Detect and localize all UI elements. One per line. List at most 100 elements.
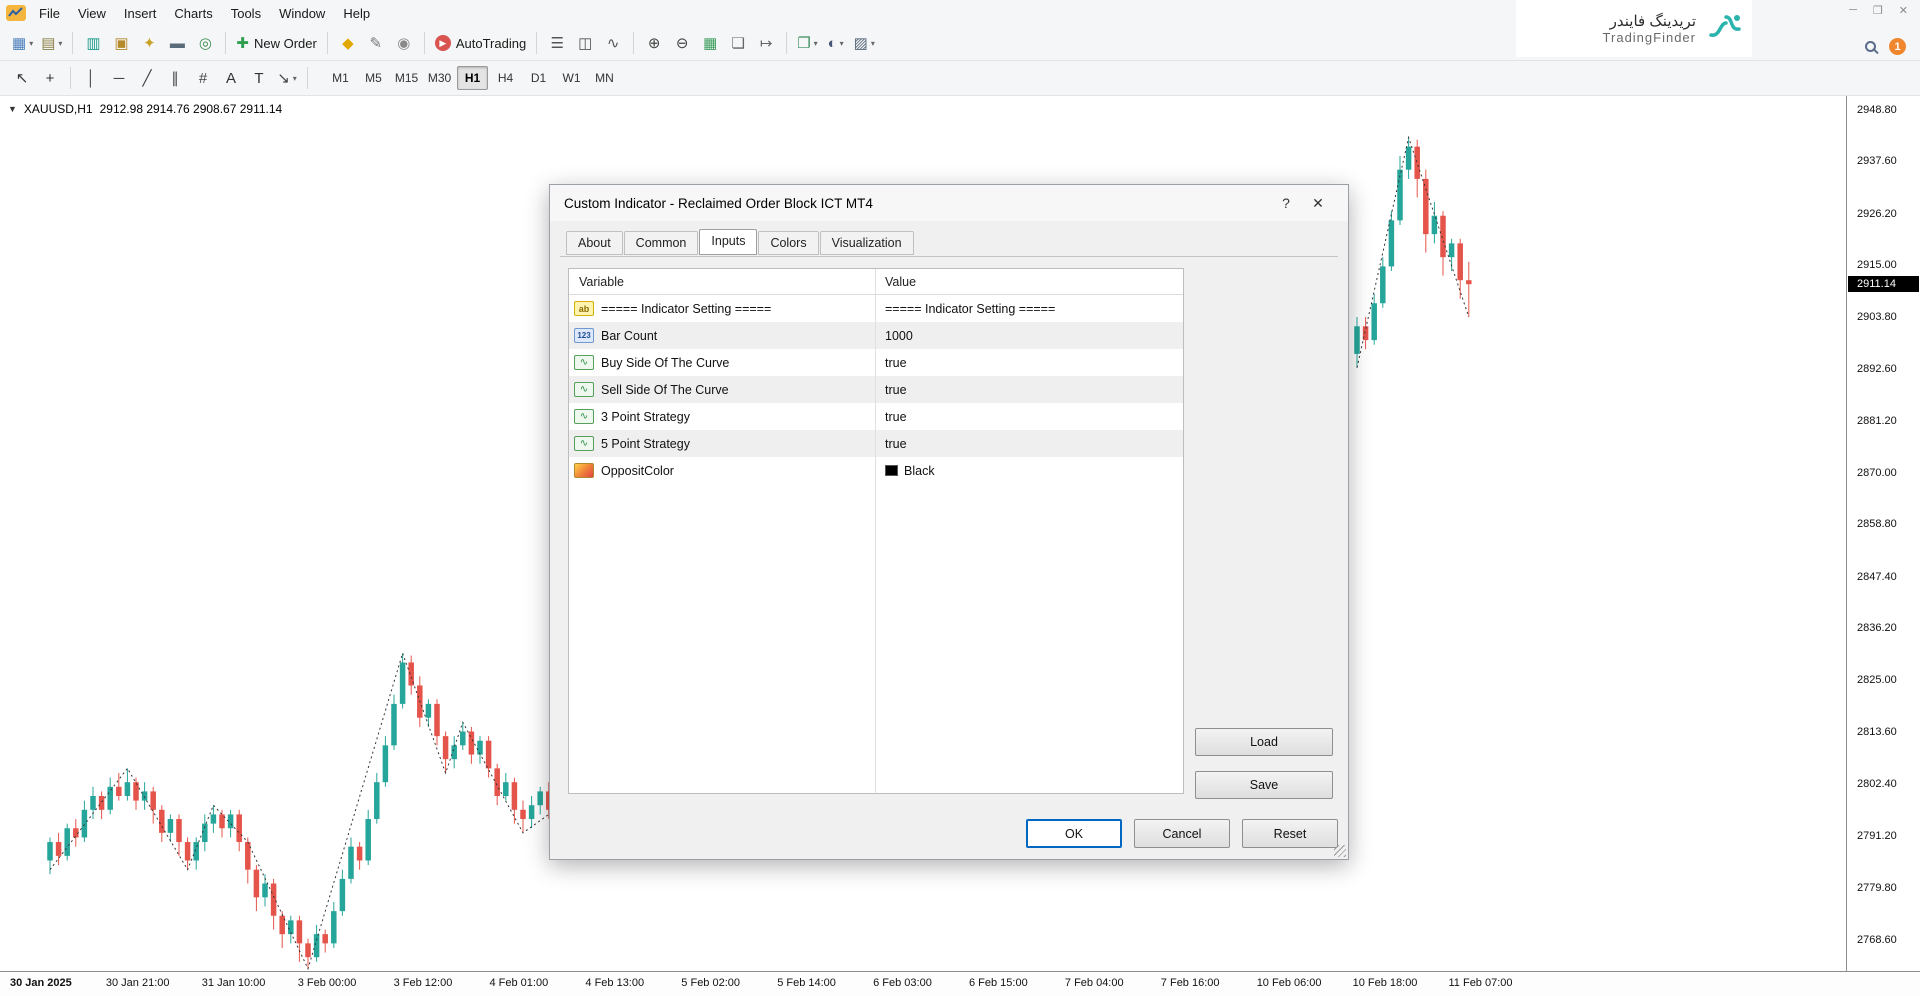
arrows-dropdown-icon[interactable]: ▾ <box>293 74 297 83</box>
menu-item-help[interactable]: Help <box>334 3 379 24</box>
menu-item-file[interactable]: File <box>30 3 69 24</box>
param-row[interactable]: 123Bar Count1000 <box>569 322 1183 349</box>
menu-item-window[interactable]: Window <box>270 3 334 24</box>
equidistant-channel-icon[interactable]: ∥ <box>162 65 188 91</box>
table-rows: ab===== Indicator Setting ========== Ind… <box>569 295 1183 484</box>
text-icon[interactable]: A <box>218 65 244 91</box>
crosshair-icon[interactable]: + <box>37 65 63 91</box>
text-label-icon[interactable]: T <box>246 65 272 91</box>
price-label: 2791.20 <box>1857 830 1897 842</box>
tile-windows-icon[interactable]: ▦ <box>697 30 723 56</box>
param-row[interactable]: ∿3 Point Strategytrue <box>569 403 1183 430</box>
timeframe-h1[interactable]: H1 <box>457 66 488 90</box>
web-terminal-icon[interactable]: ◉ <box>391 30 417 56</box>
load-button[interactable]: Load <box>1195 728 1333 756</box>
timeframe-w1[interactable]: W1 <box>556 66 587 90</box>
cursor-icon[interactable]: ↖ <box>9 65 35 91</box>
price-label: 2802.40 <box>1857 778 1897 790</box>
cancel-button[interactable]: Cancel <box>1134 819 1230 848</box>
arrange-windows-icon[interactable]: ❏ <box>725 30 751 56</box>
param-value[interactable]: true <box>875 356 1183 370</box>
param-value[interactable]: true <box>875 383 1183 397</box>
close-icon[interactable]: ✕ <box>1899 4 1908 17</box>
reset-button[interactable]: Reset <box>1242 819 1338 848</box>
param-value[interactable]: ===== Indicator Setting ===== <box>875 302 1183 316</box>
param-name: OppositColor <box>601 464 674 478</box>
timeframe-mn[interactable]: MN <box>589 66 620 90</box>
price-scale[interactable]: 2948.802937.602926.202915.002903.802892.… <box>1846 96 1920 971</box>
param-row[interactable]: ∿Buy Side Of The Curvetrue <box>569 349 1183 376</box>
profiles-icon[interactable]: ▤▾ <box>38 30 65 56</box>
dialog-titlebar[interactable]: Custom Indicator - Reclaimed Order Block… <box>550 185 1348 221</box>
timeframe-m30[interactable]: M30 <box>424 66 455 90</box>
new-window-dropdown-icon[interactable]: ▾ <box>814 39 818 48</box>
data-window-icon[interactable]: ▣ <box>108 30 134 56</box>
toolbar-separator <box>327 32 328 54</box>
arrows-icon[interactable]: ↘▾ <box>274 65 300 91</box>
vertical-line-icon[interactable]: │ <box>78 65 104 91</box>
integer-param-icon: 123 <box>574 328 594 343</box>
templates-icon[interactable]: ▨▾ <box>851 30 878 56</box>
param-row[interactable]: ∿Sell Side Of The Curvetrue <box>569 376 1183 403</box>
trendline-icon[interactable]: ╱ <box>134 65 160 91</box>
menu-item-charts[interactable]: Charts <box>165 3 221 24</box>
navigator-icon[interactable]: ✦ <box>136 30 162 56</box>
tab-visualization[interactable]: Visualization <box>820 231 914 255</box>
ok-button[interactable]: OK <box>1026 819 1122 848</box>
dialog-help-button[interactable]: ? <box>1270 195 1302 211</box>
chart-candles-icon[interactable]: ◫ <box>572 30 598 56</box>
market-watch-icon[interactable]: ▥ <box>80 30 106 56</box>
param-row[interactable]: OppositColor Black <box>569 457 1183 484</box>
param-value[interactable]: true <box>875 410 1183 424</box>
timeframe-m5[interactable]: M5 <box>358 66 389 90</box>
chart-line-icon[interactable]: ∿ <box>600 30 626 56</box>
templates-dropdown-icon[interactable]: ▾ <box>871 39 875 48</box>
param-row[interactable]: ∿5 Point Strategytrue <box>569 430 1183 457</box>
chart-shift-icon[interactable]: ↦ <box>753 30 779 56</box>
scripts-icon[interactable]: ✎ <box>363 30 389 56</box>
periods-dropdown-icon[interactable]: ▾ <box>840 39 844 48</box>
fibonacci-icon[interactable]: # <box>190 65 216 91</box>
maximize-icon[interactable]: ❐ <box>1873 4 1883 17</box>
profiles-dropdown-icon[interactable]: ▾ <box>58 39 62 48</box>
periods-icon[interactable]: ◐▾ <box>823 30 849 56</box>
timeframe-h4[interactable]: H4 <box>490 66 521 90</box>
symbol-dropdown-icon[interactable]: ▼ <box>8 104 17 114</box>
save-button[interactable]: Save <box>1195 771 1333 799</box>
timeframe-m1[interactable]: M1 <box>325 66 356 90</box>
drawing-toolbar: ↖+ │─╱∥#AT↘▾ M1M5M15M30H1H4D1W1MN <box>0 61 1920 96</box>
tab-inputs[interactable]: Inputs <box>699 229 757 255</box>
terminal-icon[interactable]: ▬ <box>164 30 190 56</box>
param-value[interactable]: Black <box>875 464 1183 478</box>
param-row[interactable]: ab===== Indicator Setting ========== Ind… <box>569 295 1183 322</box>
menu-item-view[interactable]: View <box>69 3 115 24</box>
tab-common[interactable]: Common <box>624 231 699 255</box>
param-value[interactable]: 1000 <box>875 329 1183 343</box>
menu-items: FileViewInsertChartsToolsWindowHelp <box>30 3 379 24</box>
zoom-in-icon[interactable]: ⊕ <box>641 30 667 56</box>
strategy-tester-icon[interactable]: ◎ <box>192 30 218 56</box>
new-window-icon[interactable]: ❐▾ <box>794 30 820 56</box>
tab-colors[interactable]: Colors <box>758 231 818 255</box>
param-value[interactable]: true <box>875 437 1183 451</box>
autotrading-button[interactable]: ▶AutoTrading <box>432 30 529 56</box>
horizontal-line-icon[interactable]: ─ <box>106 65 132 91</box>
new-order-button[interactable]: ✚New Order <box>233 30 319 56</box>
notification-badge[interactable]: 1 <box>1889 38 1906 55</box>
dialog-close-button[interactable]: ✕ <box>1302 195 1334 212</box>
timeframe-m15[interactable]: M15 <box>391 66 422 90</box>
new-chart-icon[interactable]: ▦▾ <box>9 30 36 56</box>
menu-item-tools[interactable]: Tools <box>222 3 270 24</box>
minimize-icon[interactable]: ─ <box>1849 4 1857 17</box>
zoom-out-icon[interactable]: ⊖ <box>669 30 695 56</box>
search-icon[interactable] <box>1865 41 1876 52</box>
expert-advisors-icon[interactable]: ◆ <box>335 30 361 56</box>
tab-about[interactable]: About <box>566 231 623 255</box>
new-chart-dropdown-icon[interactable]: ▾ <box>29 39 33 48</box>
dialog-resize-grip[interactable] <box>1334 845 1346 857</box>
time-scale[interactable]: 30 Jan 202530 Jan 21:0031 Jan 10:003 Feb… <box>0 971 1920 996</box>
timeframe-d1[interactable]: D1 <box>523 66 554 90</box>
menu-item-insert[interactable]: Insert <box>115 3 166 24</box>
chart-shift-icon: ↦ <box>760 36 773 51</box>
chart-bars-icon[interactable]: ☰ <box>544 30 570 56</box>
